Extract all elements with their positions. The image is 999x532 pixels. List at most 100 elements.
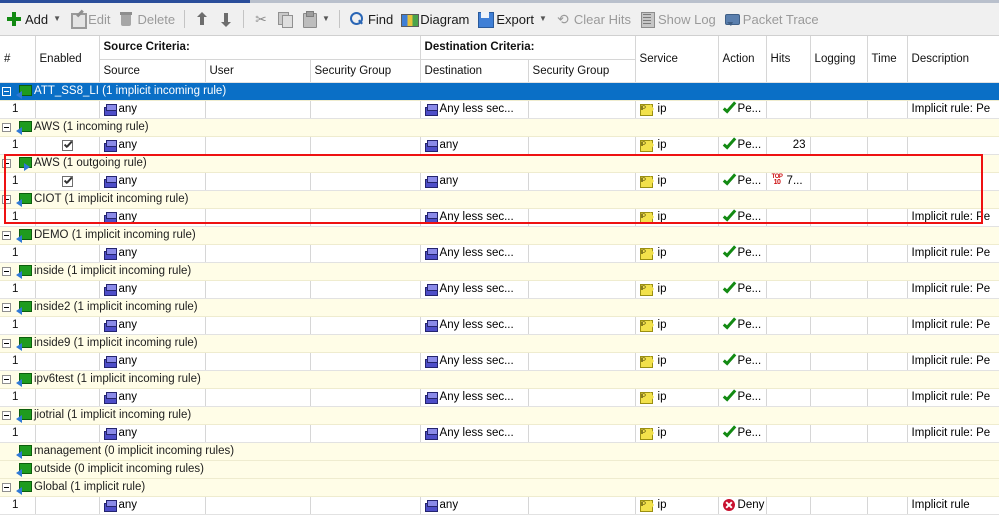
cell-action[interactable]: Pe... — [718, 424, 767, 443]
collapse-expander-icon[interactable] — [2, 302, 11, 312]
cell-time[interactable] — [867, 388, 908, 407]
cell-source-security-group[interactable] — [310, 424, 421, 443]
col-header-user[interactable]: User — [205, 59, 311, 83]
col-header-description[interactable]: Description — [907, 36, 999, 83]
table-row[interactable]: 1 any any IP ip Pe... 23 — [0, 136, 999, 155]
cell-hits[interactable] — [766, 352, 811, 371]
cell-action[interactable]: Deny — [718, 496, 767, 515]
cell-description[interactable]: Implicit rule: Pe — [907, 424, 999, 443]
cell-enabled[interactable] — [35, 172, 100, 191]
collapse-expander-icon[interactable] — [2, 266, 11, 276]
cell-destination-security-group[interactable] — [528, 352, 636, 371]
cell-time[interactable] — [867, 316, 908, 335]
cell-user[interactable] — [205, 424, 311, 443]
table-row[interactable]: 1 any Any less sec... IP ip Pe... Implicit rul… — [0, 316, 999, 335]
interface-group-row[interactable]: ipv6test (1 implicit incoming rule) — [0, 370, 999, 389]
cell-time[interactable] — [867, 280, 908, 299]
cell-time[interactable] — [867, 424, 908, 443]
cell-logging[interactable] — [810, 244, 868, 263]
table-row[interactable]: 1 any any IP ip Pe... TOP 10 7... — [0, 172, 999, 191]
packet-trace-button[interactable]: Packet Trace — [720, 7, 823, 31]
collapse-expander-icon[interactable] — [2, 338, 11, 348]
cell-service[interactable]: IP ip — [635, 100, 719, 119]
interface-group-row[interactable]: AWS (1 incoming rule) — [0, 118, 999, 137]
chevron-down-icon[interactable]: ▼ — [53, 15, 61, 23]
cell-service[interactable]: IP ip — [635, 424, 719, 443]
table-row[interactable]: 1 any Any less sec... IP ip Pe... Implicit rul… — [0, 352, 999, 371]
add-button[interactable]: Add ▼ — [2, 7, 65, 31]
cell-logging[interactable] — [810, 136, 868, 155]
paste-button[interactable]: ▼ — [297, 7, 334, 31]
cell-enabled[interactable] — [35, 280, 100, 299]
cell-hits[interactable] — [766, 244, 811, 263]
cell-time[interactable] — [867, 352, 908, 371]
cell-action[interactable]: Pe... — [718, 280, 767, 299]
col-header-enabled[interactable]: Enabled — [35, 36, 100, 83]
cell-user[interactable] — [205, 100, 311, 119]
collapse-expander-icon[interactable] — [2, 122, 11, 132]
cell-service[interactable]: IP ip — [635, 496, 719, 515]
copy-button[interactable] — [273, 7, 297, 31]
cell-description[interactable]: Implicit rule: Pe — [907, 280, 999, 299]
cell-hits[interactable] — [766, 280, 811, 299]
interface-group-row[interactable]: management (0 implicit incoming rules) — [0, 442, 999, 461]
cell-description[interactable]: Implicit rule: Pe — [907, 316, 999, 335]
collapse-expander-icon[interactable] — [2, 230, 11, 240]
cell-enabled[interactable] — [35, 496, 100, 515]
col-header-service[interactable]: Service — [635, 36, 719, 83]
cell-enabled[interactable] — [35, 316, 100, 335]
interface-group-row[interactable]: CIOT (1 implicit incoming rule) — [0, 190, 999, 209]
cell-time[interactable] — [867, 496, 908, 515]
cell-source[interactable]: any — [99, 280, 206, 299]
cell-destination[interactable]: Any less sec... — [420, 100, 529, 119]
cell-service[interactable]: IP ip — [635, 208, 719, 227]
cell-destination[interactable]: Any less sec... — [420, 208, 529, 227]
enabled-checkbox[interactable] — [61, 175, 73, 187]
col-header-source-security-group[interactable]: Security Group — [310, 59, 421, 83]
cell-source-security-group[interactable] — [310, 496, 421, 515]
collapse-expander-icon[interactable] — [2, 482, 11, 492]
interface-group-row[interactable]: inside9 (1 implicit incoming rule) — [0, 334, 999, 353]
cell-enabled[interactable] — [35, 388, 100, 407]
cell-hits[interactable]: TOP 10 7... — [766, 172, 811, 191]
table-row[interactable]: 1 any Any less sec... IP ip Pe... Implicit rul… — [0, 388, 999, 407]
cell-user[interactable] — [205, 208, 311, 227]
cell-hits[interactable] — [766, 496, 811, 515]
cell-enabled[interactable] — [35, 136, 100, 155]
cell-source-security-group[interactable] — [310, 280, 421, 299]
find-button[interactable]: Find — [345, 7, 397, 31]
chevron-down-icon[interactable]: ▼ — [539, 15, 547, 23]
interface-group-row[interactable]: inside2 (1 implicit incoming rule) — [0, 298, 999, 317]
collapse-expander-icon[interactable] — [2, 194, 11, 204]
cell-service[interactable]: IP ip — [635, 244, 719, 263]
cell-time[interactable] — [867, 208, 908, 227]
cell-action[interactable]: Pe... — [718, 316, 767, 335]
chevron-down-icon[interactable]: ▼ — [322, 15, 330, 23]
cell-source[interactable]: any — [99, 172, 206, 191]
col-header-destination-security-group[interactable]: Security Group — [528, 59, 636, 83]
cell-hits[interactable] — [766, 424, 811, 443]
cell-logging[interactable] — [810, 208, 868, 227]
cell-description[interactable]: Implicit rule: Pe — [907, 208, 999, 227]
col-header-hits[interactable]: Hits — [766, 36, 811, 83]
table-row[interactable]: 1 any Any less sec... IP ip Pe... Implicit rul… — [0, 280, 999, 299]
cell-user[interactable] — [205, 136, 311, 155]
cell-user[interactable] — [205, 388, 311, 407]
cell-destination[interactable]: any — [420, 496, 529, 515]
cell-user[interactable] — [205, 280, 311, 299]
col-header-destination[interactable]: Destination — [420, 59, 529, 83]
cell-service[interactable]: IP ip — [635, 280, 719, 299]
cell-destination-security-group[interactable] — [528, 496, 636, 515]
cell-enabled[interactable] — [35, 244, 100, 263]
cell-action[interactable]: Pe... — [718, 172, 767, 191]
cell-destination-security-group[interactable] — [528, 424, 636, 443]
move-down-button[interactable] — [214, 7, 238, 31]
cell-destination-security-group[interactable] — [528, 100, 636, 119]
cell-hits[interactable] — [766, 208, 811, 227]
edit-button[interactable]: Edit — [65, 7, 114, 31]
cell-source[interactable]: any — [99, 496, 206, 515]
cell-destination[interactable]: any — [420, 136, 529, 155]
cell-source[interactable]: any — [99, 316, 206, 335]
cut-button[interactable]: ✂ — [249, 7, 273, 31]
table-row[interactable]: 1 any Any less sec... IP ip Pe... Implicit rul… — [0, 424, 999, 443]
